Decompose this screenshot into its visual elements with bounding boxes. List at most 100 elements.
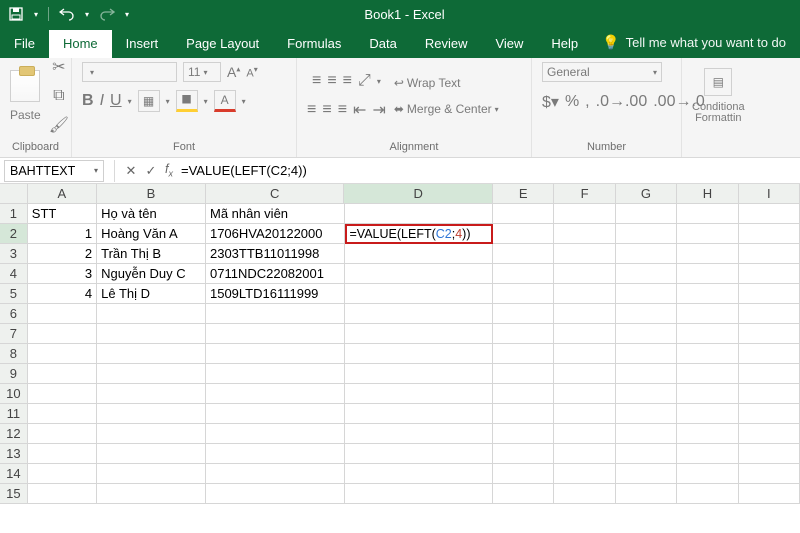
chevron-down-icon[interactable]: ▾: [128, 97, 132, 106]
cell-A10[interactable]: [28, 384, 97, 404]
row-header-14[interactable]: 14: [0, 464, 28, 484]
cell-I8[interactable]: [739, 344, 800, 364]
cell-D10[interactable]: [345, 384, 493, 404]
cell-E13[interactable]: [493, 444, 554, 464]
cell-F12[interactable]: [554, 424, 615, 444]
cancel-formula-button[interactable]: ✕: [121, 163, 141, 179]
cell-F3[interactable]: [554, 244, 615, 264]
cell-C11[interactable]: [206, 404, 345, 424]
merge-center-button[interactable]: ⬌ Merge & Center ▾: [394, 102, 499, 116]
cell-A3[interactable]: 2: [28, 244, 97, 264]
cell-F6[interactable]: [554, 304, 615, 324]
qat-dropdown-icon[interactable]: ▾: [34, 10, 38, 19]
align-right-icon[interactable]: ≡: [338, 101, 347, 119]
orientation-icon[interactable]: ⤢: [358, 72, 371, 90]
spreadsheet-grid[interactable]: A B C D E F G H I 1 STT Họ và tên Mã nhâ…: [0, 184, 800, 504]
cell-G6[interactable]: [616, 304, 677, 324]
cell-B10[interactable]: [97, 384, 206, 404]
cell-D8[interactable]: [345, 344, 493, 364]
paste-icon[interactable]: [10, 70, 40, 102]
decrease-indent-icon[interactable]: ⇤: [353, 100, 366, 120]
cell-A15[interactable]: [28, 484, 97, 504]
cell-I13[interactable]: [739, 444, 800, 464]
cell-I9[interactable]: [739, 364, 800, 384]
borders-button[interactable]: ▦: [138, 90, 160, 112]
fill-color-button[interactable]: ⯀: [176, 90, 198, 112]
cell-A7[interactable]: [28, 324, 97, 344]
row-header-12[interactable]: 12: [0, 424, 28, 444]
col-header-E[interactable]: E: [493, 184, 554, 204]
cell-A6[interactable]: [28, 304, 97, 324]
percent-format-icon[interactable]: %: [565, 93, 579, 111]
cell-D14[interactable]: [345, 464, 493, 484]
col-header-H[interactable]: H: [677, 184, 738, 204]
fx-icon[interactable]: fx: [165, 162, 173, 179]
cell-C3[interactable]: 2303TTB11011998: [206, 244, 345, 264]
cell-G3[interactable]: [616, 244, 677, 264]
cell-F9[interactable]: [554, 364, 615, 384]
undo-dropdown-icon[interactable]: ▾: [85, 10, 89, 19]
cell-H11[interactable]: [677, 404, 738, 424]
cell-E4[interactable]: [493, 264, 554, 284]
cell-G14[interactable]: [616, 464, 677, 484]
cell-D5[interactable]: [345, 284, 493, 304]
align-center-icon[interactable]: ≡: [322, 101, 331, 119]
align-bottom-icon[interactable]: ≡: [343, 72, 352, 90]
cell-G10[interactable]: [616, 384, 677, 404]
row-header-6[interactable]: 6: [0, 304, 28, 324]
cell-H2[interactable]: [677, 224, 738, 244]
cell-B3[interactable]: Trần Thị B: [97, 244, 206, 264]
conditional-formatting-icon[interactable]: ▤: [704, 68, 732, 96]
cell-E12[interactable]: [493, 424, 554, 444]
cell-B13[interactable]: [97, 444, 206, 464]
cell-G13[interactable]: [616, 444, 677, 464]
row-header-7[interactable]: 7: [0, 324, 28, 344]
cell-I4[interactable]: [739, 264, 800, 284]
cell-A12[interactable]: [28, 424, 97, 444]
cell-C1[interactable]: Mã nhân viên: [206, 204, 345, 224]
cell-I12[interactable]: [739, 424, 800, 444]
italic-button[interactable]: I: [100, 92, 104, 110]
wrap-text-button[interactable]: ↩ Wrap Text: [394, 76, 461, 90]
cell-D13[interactable]: [345, 444, 493, 464]
chevron-down-icon[interactable]: ▾: [204, 97, 208, 106]
cell-H6[interactable]: [677, 304, 738, 324]
tab-formulas[interactable]: Formulas: [273, 30, 355, 58]
cell-A8[interactable]: [28, 344, 97, 364]
col-header-G[interactable]: G: [616, 184, 677, 204]
col-header-C[interactable]: C: [206, 184, 345, 204]
cell-A9[interactable]: [28, 364, 97, 384]
cell-F11[interactable]: [554, 404, 615, 424]
row-header-13[interactable]: 13: [0, 444, 28, 464]
cell-A13[interactable]: [28, 444, 97, 464]
paste-label[interactable]: Paste: [10, 108, 41, 122]
cell-E11[interactable]: [493, 404, 554, 424]
cell-A4[interactable]: 3: [28, 264, 97, 284]
cell-B5[interactable]: Lê Thị D: [97, 284, 206, 304]
cell-D11[interactable]: [345, 404, 493, 424]
confirm-formula-button[interactable]: ✓: [141, 163, 161, 179]
cell-I11[interactable]: [739, 404, 800, 424]
font-color-button[interactable]: A: [214, 90, 236, 112]
cell-D7[interactable]: [345, 324, 493, 344]
cell-H5[interactable]: [677, 284, 738, 304]
cell-D15[interactable]: [345, 484, 493, 504]
number-format-dropdown[interactable]: General ▾: [542, 62, 662, 82]
cell-C4[interactable]: 0711NDC22082001: [206, 264, 345, 284]
cell-E1[interactable]: [493, 204, 554, 224]
row-header-3[interactable]: 3: [0, 244, 28, 264]
cell-I5[interactable]: [739, 284, 800, 304]
increase-indent-icon[interactable]: ⇥: [372, 100, 385, 120]
name-box[interactable]: BAHTTEXT ▾: [4, 160, 104, 182]
chevron-down-icon[interactable]: ▾: [242, 97, 246, 106]
cell-G11[interactable]: [616, 404, 677, 424]
chevron-down-icon[interactable]: ▾: [377, 77, 381, 86]
select-all-corner[interactable]: [0, 184, 28, 204]
col-header-B[interactable]: B: [97, 184, 206, 204]
cell-F10[interactable]: [554, 384, 615, 404]
cell-E10[interactable]: [493, 384, 554, 404]
cell-D3[interactable]: [345, 244, 493, 264]
row-header-4[interactable]: 4: [0, 264, 28, 284]
cell-E7[interactable]: [493, 324, 554, 344]
cell-G2[interactable]: [616, 224, 677, 244]
